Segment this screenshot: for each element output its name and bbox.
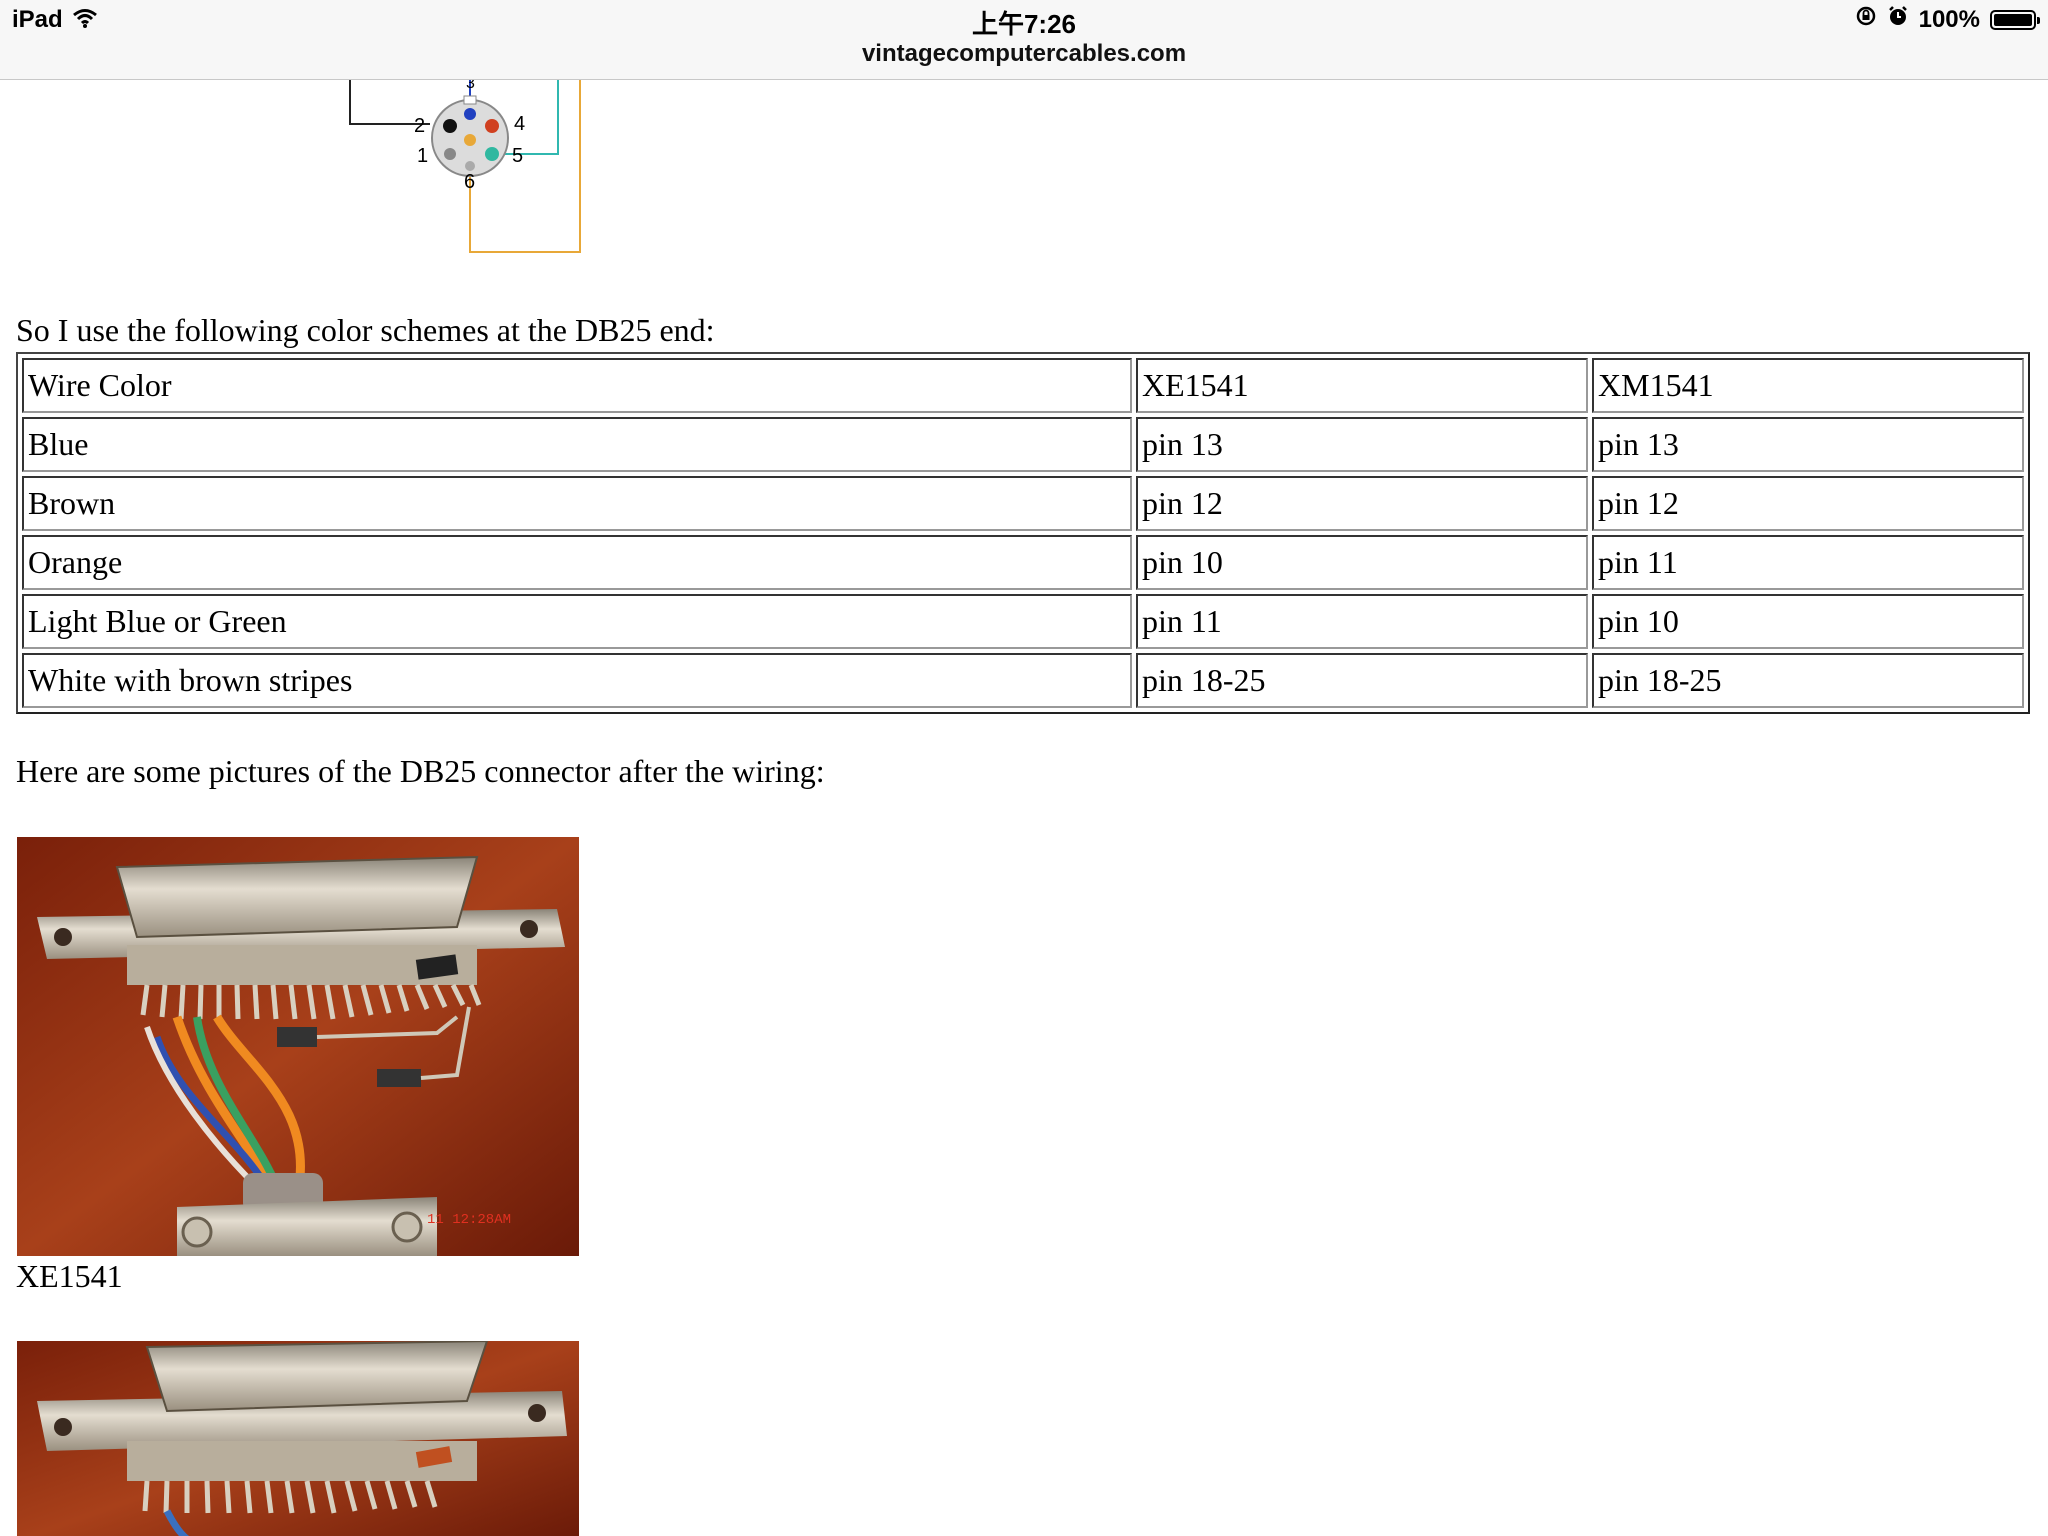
battery-icon <box>1990 9 2040 30</box>
rotation-lock-icon <box>1855 5 1877 34</box>
browser-top-bar: iPad 上午7:26 vintagecomputercables.com 10… <box>0 0 2048 80</box>
table-cell: pin 13 <box>1136 417 1588 472</box>
color-scheme-table: Wire Color XE1541 XM1541 Blue pin 13 pin… <box>16 352 2030 714</box>
photo-timestamp: 11 12:28AM <box>427 1212 511 1228</box>
table-cell: Brown <box>22 476 1132 531</box>
table-header-cell: XE1541 <box>1136 358 1588 413</box>
table-cell: pin 18-25 <box>1136 653 1588 708</box>
table-row: Blue pin 13 pin 13 <box>22 417 2024 472</box>
photo-caption: XE1541 <box>16 1258 123 1294</box>
pin-label: 3 <box>466 80 475 92</box>
pin-label: 6 <box>464 171 475 193</box>
table-header-cell: XM1541 <box>1592 358 2024 413</box>
table-cell: pin 10 <box>1592 594 2024 649</box>
address-bar-url[interactable]: vintagecomputercables.com <box>0 40 2048 68</box>
status-clock: 上午7:26 <box>971 9 1077 39</box>
table-cell: Light Blue or Green <box>22 594 1132 649</box>
table-cell: pin 12 <box>1592 476 2024 531</box>
battery-percent: 100% <box>1918 5 1980 33</box>
table-row: White with brown stripes pin 18-25 pin 1… <box>22 653 2024 708</box>
intro-paragraph: So I use the following color schemes at … <box>16 312 715 348</box>
table-row: Brown pin 12 pin 12 <box>22 476 2024 531</box>
table-header-row: Wire Color XE1541 XM1541 <box>22 358 2024 413</box>
table-cell: pin 11 <box>1136 594 1588 649</box>
din-connector-diagram: 1 2 3 4 5 6 <box>349 80 581 253</box>
table-cell: pin 18-25 <box>1592 653 2024 708</box>
xe1541-connector-photo[interactable]: 11 12:28AM <box>17 837 579 1256</box>
pin-label: 2 <box>414 115 425 137</box>
xm1541-connector-photo[interactable] <box>17 1341 579 1536</box>
table-row: Orange pin 10 pin 11 <box>22 535 2024 590</box>
table-cell: pin 13 <box>1592 417 2024 472</box>
pin-label: 4 <box>514 113 525 135</box>
table-row: Light Blue or Green pin 11 pin 10 <box>22 594 2024 649</box>
pin-label: 1 <box>417 145 428 167</box>
table-cell: White with brown stripes <box>22 653 1132 708</box>
page-content: 1 2 3 4 5 6 So I use the following color… <box>0 80 2048 1536</box>
table-cell: pin 11 <box>1592 535 2024 590</box>
table-cell: pin 12 <box>1136 476 1588 531</box>
alarm-icon <box>1887 5 1909 34</box>
table-cell: pin 10 <box>1136 535 1588 590</box>
pictures-paragraph: Here are some pictures of the DB25 conne… <box>16 753 825 789</box>
table-cell: Orange <box>22 535 1132 590</box>
status-indicators: 100% <box>1855 5 2040 34</box>
table-cell: Blue <box>22 417 1132 472</box>
pin-label: 5 <box>512 145 523 167</box>
table-header-cell: Wire Color <box>22 358 1132 413</box>
